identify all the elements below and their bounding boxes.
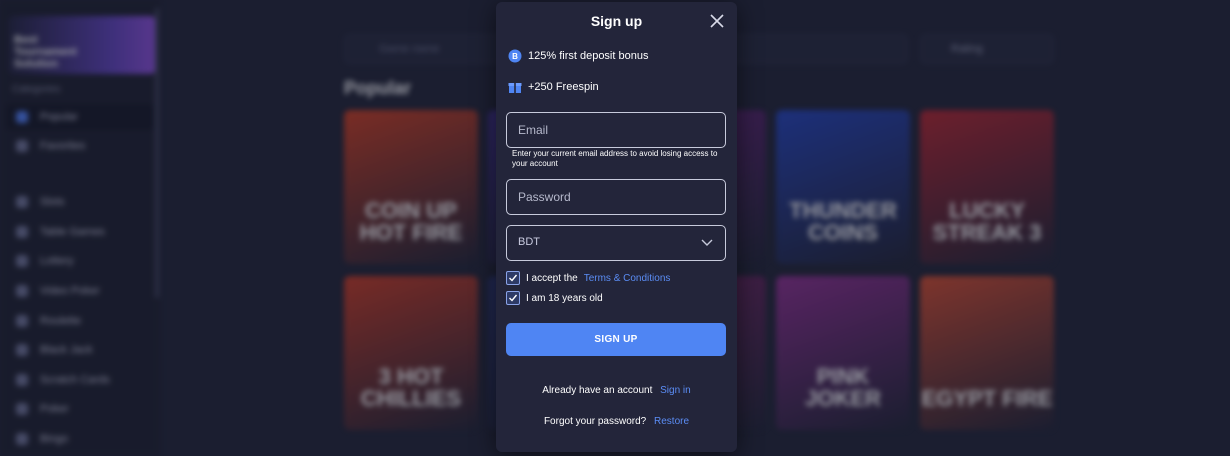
- terms-link[interactable]: Terms & Conditions: [584, 273, 671, 284]
- game-title: PINK JOKER: [805, 364, 881, 411]
- sidebar-item-label: Slots: [40, 196, 65, 208]
- email-field[interactable]: Email: [506, 112, 726, 148]
- age-label: I am 18 years old: [526, 292, 603, 304]
- star-icon: [16, 140, 28, 152]
- bonus-freespin: +250 Freespin: [508, 80, 599, 94]
- promo-banner[interactable]: Best Tournament Solution: [8, 16, 156, 74]
- game-tile[interactable]: COIN UP HOT FIRE: [344, 110, 478, 264]
- sidebar-item-label: Roulette: [40, 315, 81, 327]
- checkmark-icon: [509, 294, 518, 302]
- signin-link[interactable]: Sign in: [660, 385, 691, 396]
- game-tile[interactable]: LUCKY STREAK 3: [920, 110, 1054, 264]
- svg-text:B: B: [512, 52, 518, 61]
- sidebar-item-label: Black Jack: [40, 344, 93, 356]
- currency-value: BDT: [518, 236, 540, 248]
- sidebar-item-slots[interactable]: Slots: [6, 189, 154, 215]
- sidebar-item-label: Favorites: [40, 140, 86, 152]
- sidebar-item-label: Lottery: [40, 255, 74, 267]
- sidebar-item-poker[interactable]: Poker: [6, 396, 154, 422]
- sort-select[interactable]: Rating: [920, 34, 1054, 64]
- lottery-icon: [16, 255, 28, 267]
- game-tile[interactable]: 3 HOT CHILLIES: [344, 276, 478, 430]
- sidebar-item-label: Table Games: [40, 226, 105, 238]
- terms-prefix: I accept the: [526, 272, 578, 284]
- bonus-deposit: B 125% first deposit bonus: [508, 49, 648, 63]
- modal-title: Sign up: [590, 13, 643, 29]
- game-tile[interactable]: THUNDER COINS: [776, 110, 910, 264]
- bonus-deposit-text: 125% first deposit bonus: [528, 50, 649, 62]
- restore-link[interactable]: Restore: [654, 416, 689, 427]
- game-title: COIN UP HOT FIRE: [359, 198, 463, 245]
- game-tile[interactable]: PINK JOKER: [776, 276, 910, 430]
- sidebar-item-bingo[interactable]: Bingo: [6, 426, 154, 452]
- page: Best Tournament Solution Categories Popu…: [0, 0, 1230, 456]
- sidebar-item-scratch-cards[interactable]: Scratch Cards: [6, 367, 154, 393]
- sidebar-item-label: Bingo: [40, 433, 69, 445]
- age-checkbox[interactable]: [506, 291, 520, 305]
- bonus-freespin-text: +250 Freespin: [528, 81, 599, 93]
- terms-checkbox[interactable]: [506, 271, 520, 285]
- sidebar-item-popular[interactable]: Popular: [6, 104, 154, 130]
- sidebar-item-label: Video Poker: [40, 285, 100, 297]
- sidebar-item-label: Popular: [40, 111, 78, 123]
- slots-icon: [16, 196, 28, 208]
- sidebar-item-video-poker[interactable]: Video Poker: [6, 278, 154, 304]
- roulette-icon: [16, 315, 28, 327]
- promo-text: Best Tournament Solution: [14, 34, 77, 70]
- bonus-coin-icon: B: [508, 49, 522, 63]
- scratch-cards-icon: [16, 374, 28, 386]
- sidebar-item-roulette[interactable]: Roulette: [6, 308, 154, 334]
- terms-row: I accept the Terms & Conditions: [506, 271, 670, 285]
- have-account-text: Already have an account: [542, 385, 653, 396]
- signup-modal: Sign up B 125% first deposit bonus +250 …: [496, 2, 737, 452]
- bingo-icon: [16, 433, 28, 445]
- close-icon[interactable]: [709, 13, 725, 29]
- section-title: Popular: [344, 78, 412, 98]
- sidebar-item-label: Scratch Cards: [40, 374, 110, 386]
- age-row: I am 18 years old: [506, 291, 603, 305]
- poker-icon: [16, 403, 28, 415]
- sidebar-scrollbar[interactable]: [155, 8, 159, 298]
- checkmark-icon: [509, 274, 518, 282]
- game-title: 3 HOT CHILLIES: [360, 364, 462, 411]
- game-title: LUCKY STREAK 3: [932, 198, 1042, 245]
- signin-row: Already have an account Sign in: [496, 385, 737, 396]
- table-games-icon: [16, 226, 28, 238]
- categories-title: Categories: [12, 84, 61, 95]
- forgot-text: Forgot your password?: [543, 416, 647, 427]
- forgot-row: Forgot your password? Restore: [496, 416, 737, 427]
- sidebar-item-lottery[interactable]: Lottery: [6, 248, 154, 274]
- signup-button[interactable]: SIGN UP: [506, 323, 726, 356]
- sidebar-item-label: Poker: [40, 403, 69, 415]
- sidebar-item-black-jack[interactable]: Black Jack: [6, 337, 154, 363]
- currency-select[interactable]: BDT: [506, 225, 726, 261]
- sidebar-item-table-games[interactable]: Table Games: [6, 219, 154, 245]
- game-tile[interactable]: EGYPT FIRE: [920, 276, 1054, 430]
- popular-icon: [16, 111, 28, 123]
- chevron-down-icon: [701, 239, 713, 246]
- blackjack-icon: [16, 344, 28, 356]
- sidebar-item-favorites[interactable]: Favorites: [6, 133, 154, 159]
- email-hint: Enter your current email address to avoi…: [512, 149, 718, 168]
- game-title: THUNDER COINS: [789, 198, 897, 245]
- password-field[interactable]: Password: [506, 179, 726, 215]
- sidebar: Best Tournament Solution Categories Popu…: [0, 0, 160, 456]
- gift-icon: [508, 83, 522, 93]
- game-title: EGYPT FIRE: [921, 386, 1053, 411]
- video-poker-icon: [16, 285, 28, 297]
